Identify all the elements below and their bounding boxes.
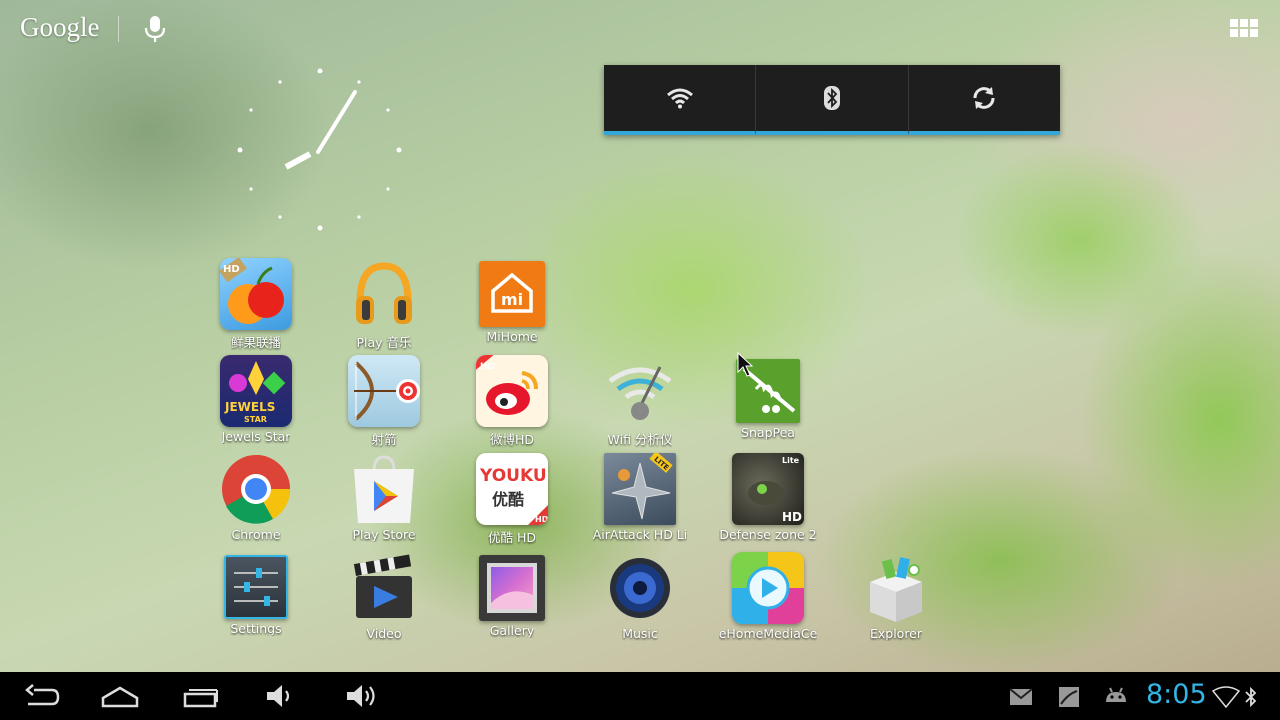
app-label: SnapPea: [741, 425, 795, 440]
xianguo-app-icon: HD: [220, 258, 292, 330]
app-weibo[interactable]: HD 微博HD: [450, 355, 574, 448]
app-label: Play 音乐: [356, 335, 412, 350]
app-ehome-media[interactable]: eHomeMediaCe: [706, 552, 830, 641]
app-xianguo[interactable]: HD 鲜果联播: [194, 258, 318, 351]
settings-sliders-icon: [224, 555, 288, 619]
app-label: Chrome: [231, 527, 281, 542]
app-label: Settings: [230, 621, 282, 636]
app-play-store[interactable]: Play Store: [322, 453, 446, 542]
clapperboard-icon: [348, 552, 420, 624]
app-wifi-analyzer[interactable]: Wifi 分析仪: [578, 355, 702, 448]
apps-grid-icon[interactable]: [1230, 19, 1258, 37]
app-play-music[interactable]: Play 音乐: [322, 258, 446, 351]
speaker-icon: [604, 552, 676, 624]
box-explorer-icon: [860, 552, 932, 624]
svg-text:YOUKU: YOUKU: [479, 466, 547, 486]
weibo-icon: HD: [476, 355, 548, 427]
app-snappea[interactable]: SnapPea: [706, 355, 830, 440]
youku-icon: YOUKU 优酷 HD: [476, 453, 548, 525]
bluetooth-toggle[interactable]: [756, 65, 909, 135]
airattack-icon: LITE: [604, 453, 676, 525]
gallery-icon: [479, 555, 545, 621]
wifi-icon: [666, 88, 693, 109]
svg-text:优酷: 优酷: [492, 490, 524, 509]
mic-icon[interactable]: [143, 14, 167, 44]
app-label: Jewels Star: [221, 429, 291, 444]
back-icon[interactable]: [22, 682, 60, 710]
app-label: eHomeMediaCe: [718, 626, 818, 641]
archery-icon: [348, 355, 420, 427]
app-settings[interactable]: Settings: [194, 552, 318, 636]
volume-down-icon[interactable]: [264, 682, 294, 710]
wifi-signal-icon: [1212, 686, 1240, 708]
app-label: Wifi 分析仪: [607, 432, 673, 447]
volume-up-icon[interactable]: [344, 682, 378, 710]
app-label: Video: [366, 626, 402, 641]
app-label: Play Store: [352, 527, 416, 542]
svg-text:mi: mi: [501, 290, 523, 309]
app-chrome[interactable]: Chrome: [194, 453, 318, 542]
mouse-cursor-icon: [737, 352, 753, 377]
svg-text:HD: HD: [223, 264, 240, 275]
app-label: Gallery: [489, 623, 535, 638]
chrome-icon: [220, 453, 292, 525]
app-label: 射箭: [371, 432, 397, 447]
recents-icon[interactable]: [182, 682, 220, 710]
google-search-logo[interactable]: Google: [20, 12, 99, 43]
android-debug-icon[interactable]: [1102, 682, 1130, 710]
ehome-media-icon: [732, 552, 804, 624]
app-label: 鲜果联播: [230, 335, 281, 350]
status-clock[interactable]: 8:05: [1146, 679, 1207, 710]
screenshot-icon[interactable]: [1056, 682, 1082, 710]
bluetooth-icon: [1245, 686, 1257, 708]
shopping-bag-icon: [348, 453, 420, 525]
jewels-star-icon: JEWELS STAR: [220, 355, 292, 427]
app-gallery[interactable]: Gallery: [450, 552, 574, 638]
quick-settings-widget: [604, 65, 1060, 135]
wifi-analyzer-icon: [604, 355, 676, 427]
gmail-icon[interactable]: [1008, 682, 1034, 710]
bluetooth-icon: [823, 86, 840, 110]
svg-text:HD: HD: [535, 515, 548, 524]
app-video[interactable]: Video: [322, 552, 446, 641]
app-label: Music: [622, 626, 658, 641]
system-navigation-bar: [0, 672, 1280, 720]
app-mihome[interactable]: mi MiHome: [450, 258, 574, 344]
app-archery[interactable]: 射箭: [322, 355, 446, 448]
headphones-icon: [348, 258, 420, 330]
app-label: Explorer: [869, 626, 923, 641]
minute-hand: [316, 90, 357, 154]
svg-text:HD: HD: [480, 362, 495, 372]
app-label: AirAttack HD Li: [592, 527, 688, 542]
search-divider: [118, 16, 119, 42]
mihome-icon: mi: [479, 261, 545, 327]
app-jewels-star[interactable]: JEWELS STAR Jewels Star: [194, 355, 318, 444]
sync-icon: [973, 87, 995, 109]
svg-text:Lite: Lite: [782, 456, 800, 465]
svg-text:JEWELS: JEWELS: [224, 400, 275, 414]
app-label: 微博HD: [489, 432, 535, 447]
wifi-toggle[interactable]: [604, 65, 757, 135]
sync-toggle[interactable]: [908, 65, 1060, 135]
home-icon[interactable]: [100, 682, 140, 710]
app-label: Defense zone 2: [719, 527, 817, 542]
hour-hand: [284, 151, 312, 170]
app-defense-zone[interactable]: Lite HD Defense zone 2: [706, 453, 830, 542]
app-music[interactable]: Music: [578, 552, 702, 641]
app-airattack[interactable]: LITE AirAttack HD Li: [578, 453, 702, 542]
app-label: 优酷 HD: [488, 530, 536, 545]
svg-text:HD: HD: [782, 510, 802, 524]
analog-clock-widget[interactable]: [230, 62, 410, 242]
app-label: MiHome: [486, 329, 538, 344]
defense-zone-icon: Lite HD: [732, 453, 804, 525]
app-youku[interactable]: YOUKU 优酷 HD 优酷 HD: [450, 453, 574, 546]
app-explorer[interactable]: Explorer: [834, 552, 958, 641]
svg-text:STAR: STAR: [244, 415, 267, 424]
